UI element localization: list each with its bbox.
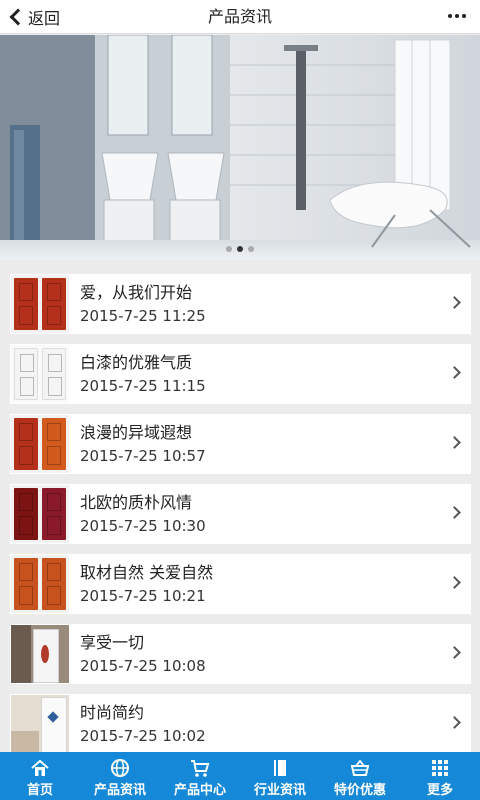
article-date: 2015-7-25 10:02 [80, 726, 206, 745]
tab-label: 产品中心 [173, 783, 226, 798]
red-doors-thumbnail [11, 275, 69, 333]
list-item[interactable]: 白漆的优雅气质 2015-7-25 11:15 [10, 344, 471, 404]
article-title: 取材自然 关爱自然 [80, 562, 214, 582]
article-date: 2015-7-25 11:25 [80, 306, 206, 325]
home-icon [30, 758, 50, 778]
article-date: 2015-7-25 10:57 [80, 446, 206, 465]
article-title: 时尚简约 [80, 702, 145, 722]
maroon-doors-thumbnail [11, 485, 69, 543]
page-title: 产品资讯 [207, 7, 272, 26]
list-item[interactable]: 浪漫的异域遐想 2015-7-25 10:57 [10, 414, 471, 474]
carousel-indicator [0, 246, 480, 252]
globe-icon [110, 758, 130, 778]
carousel-dot[interactable] [226, 246, 232, 252]
list-item[interactable]: 取材自然 关爱自然 2015-7-25 10:21 [10, 554, 471, 614]
orange-doors-thumbnail [11, 415, 69, 473]
article-date: 2015-7-25 10:30 [80, 516, 206, 535]
room-door-thumbnail [11, 625, 69, 683]
article-title: 白漆的优雅气质 [80, 352, 193, 372]
tab-label: 更多 [426, 783, 453, 798]
white-doors-thumbnail [11, 345, 69, 403]
list-item[interactable]: 北欧的质朴风情 2015-7-25 10:30 [10, 484, 471, 544]
tab-product-center[interactable]: 产品中心 [160, 752, 240, 800]
article-date: 2015-7-25 10:08 [80, 656, 206, 675]
tab-special-offers[interactable]: 特价优惠 [320, 752, 400, 800]
article-date: 2015-7-25 10:21 [80, 586, 206, 605]
article-title: 享受一切 [80, 632, 145, 652]
article-list: 爱，从我们开始 2015-7-25 11:25 白漆的优雅气质 2015-7-2… [10, 274, 471, 764]
banner-carousel[interactable] [0, 35, 480, 260]
tab-label: 特价优惠 [333, 783, 386, 798]
tab-more[interactable]: 更多 [400, 752, 480, 800]
basket-icon [350, 758, 370, 778]
bedroom-door-thumbnail [11, 695, 69, 753]
tab-home[interactable]: 首页 [0, 752, 80, 800]
article-date: 2015-7-25 11:15 [80, 376, 206, 395]
article-title: 浪漫的异域遐想 [80, 422, 193, 442]
article-title: 北欧的质朴风情 [80, 492, 193, 512]
tab-label: 行业资讯 [253, 783, 306, 798]
more-menu-icon[interactable] [448, 14, 466, 18]
top-nav-bar: 返回 产品资讯 [0, 0, 480, 34]
list-item[interactable]: 享受一切 2015-7-25 10:08 [10, 624, 471, 684]
tab-product-news[interactable]: 产品资讯 [80, 752, 160, 800]
tab-label: 产品资讯 [93, 783, 146, 798]
list-item[interactable]: 时尚简约 2015-7-25 10:02 [10, 694, 471, 754]
copper-doors-thumbnail [11, 555, 69, 613]
bathroom-banner-image [0, 35, 480, 260]
bottom-tab-bar: 首页 产品资讯 产品中心 行业资讯 特价优惠 更多 [0, 752, 480, 800]
carousel-dot[interactable] [248, 246, 254, 252]
carousel-dot-active[interactable] [237, 246, 243, 252]
grid-icon [430, 758, 450, 778]
book-icon [270, 758, 290, 778]
article-title: 爱，从我们开始 [80, 282, 193, 302]
list-item[interactable]: 爱，从我们开始 2015-7-25 11:25 [10, 274, 471, 334]
tab-industry-news[interactable]: 行业资讯 [240, 752, 320, 800]
cart-icon [190, 758, 210, 778]
tab-label: 首页 [26, 783, 53, 798]
